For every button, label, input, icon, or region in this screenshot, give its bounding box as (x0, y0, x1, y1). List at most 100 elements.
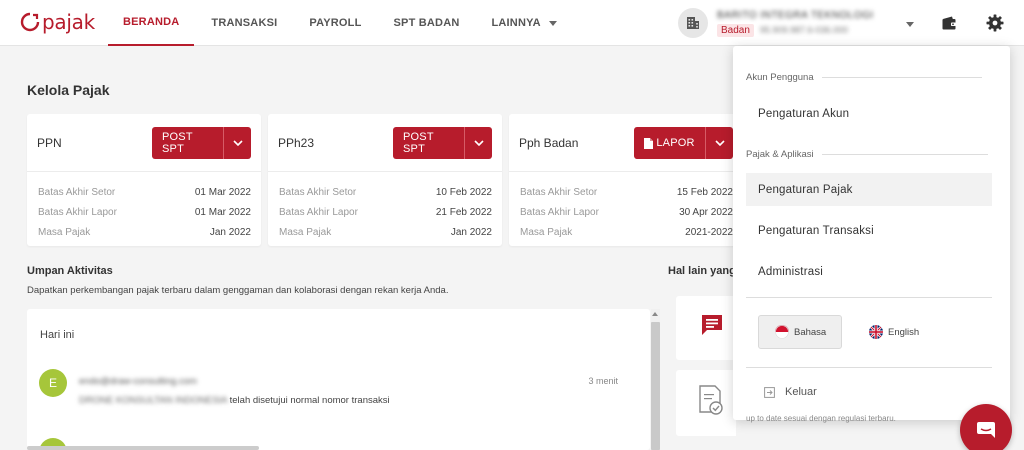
wallet-icon[interactable] (941, 15, 957, 36)
uk-flag-icon (869, 325, 883, 339)
card-header: Pph Badan LAPOR (509, 114, 743, 172)
detail-value: 30 Apr 2022 (679, 206, 733, 218)
divider (746, 367, 992, 368)
language-button-bahasa[interactable]: Bahasa (758, 315, 842, 349)
lapor-dropdown-button[interactable] (705, 127, 733, 159)
detail-row: Batas Akhir Lapor 01 Mar 2022 (27, 202, 261, 222)
button-label: POST SPT (403, 131, 434, 155)
nav-item-lainnya[interactable]: LAINNYA (476, 0, 571, 46)
activity-description: Dapatkan perkembangan pajak terbaru dala… (27, 285, 449, 296)
company-switcher[interactable]: BARITO INTEGRA TEKNOLOGI Badan 95.909.98… (678, 7, 874, 39)
live-chat-button[interactable] (960, 404, 1012, 450)
language-label: Bahasa (794, 326, 827, 338)
detail-label: Batas Akhir Lapor (279, 206, 358, 218)
nav-label: SPT BADAN (393, 17, 460, 29)
menu-group-header: Pajak & Aplikasi (746, 149, 988, 160)
detail-label: Masa Pajak (520, 226, 573, 238)
detail-row: Batas Akhir Setor 10 Feb 2022 (268, 182, 502, 202)
tax-card-pph-badan: Pph Badan LAPOR Batas Akhir Setor 15 Feb … (509, 114, 743, 246)
menu-item-label: Pengaturan Transaksi (758, 224, 874, 237)
logout-label: Keluar (785, 386, 817, 398)
card-details: Batas Akhir Setor 01 Mar 2022 Batas Akhir… (27, 172, 261, 242)
activity-user-email: endo@draw-consulting.com (79, 376, 197, 387)
detail-label: Masa Pajak (279, 226, 332, 238)
menu-item-account-settings[interactable]: Pengaturan Akun (746, 97, 992, 130)
logout-button[interactable]: Keluar (764, 386, 817, 398)
card-title: PPh23 (278, 136, 315, 150)
menu-item-label: Pengaturan Pajak (758, 183, 853, 196)
chevron-down-icon (473, 140, 484, 146)
language-button-english[interactable]: English (869, 315, 919, 349)
nav-label: LAINNYA (491, 17, 541, 29)
button-label: POST SPT (162, 131, 193, 155)
scroll-up-arrow-icon[interactable] (652, 312, 658, 316)
chevron-down-icon (232, 140, 243, 146)
top-navigation-bar: pajak BERANDA TRANSAKSI PAYROLL SPT BADA… (0, 0, 1024, 46)
logo-mark-icon (20, 12, 40, 32)
post-spt-button-group: POST SPT (152, 127, 251, 159)
gear-icon[interactable] (985, 13, 1005, 38)
card-title: Pph Badan (519, 136, 579, 150)
detail-value: 21 Feb 2022 (435, 206, 492, 218)
menu-item-label: Pengaturan Akun (758, 107, 850, 120)
nav-label: PAYROLL (309, 17, 362, 29)
feed-date-heading: Hari ini (40, 329, 75, 341)
company-name: BARITO INTEGRA TEKNOLOGI (717, 9, 874, 21)
nav-label: TRANSAKSI (211, 17, 278, 29)
activity-message: DRONE KONSULTAN INDONESIA telah disetuju… (79, 395, 390, 406)
divider (821, 77, 982, 78)
detail-label: Batas Akhir Setor (38, 186, 116, 198)
main-nav: BERANDA TRANSAKSI PAYROLL SPT BADAN LAIN… (108, 0, 574, 46)
document-icon (644, 137, 654, 149)
menu-group-label: Pajak & Aplikasi (746, 149, 814, 160)
pajak-logo[interactable]: pajak (20, 10, 95, 34)
post-spt-dropdown-button[interactable] (464, 127, 492, 159)
activity-company: DRONE KONSULTAN INDONESIA (79, 395, 227, 406)
activity-title: Umpan Aktivitas (27, 265, 113, 277)
menu-item-transaction-settings[interactable]: Pengaturan Transaksi (746, 214, 992, 247)
activity-message-text: telah disetujui normal nomor transaksi (229, 395, 390, 406)
chat-icon (977, 422, 995, 438)
lapor-button[interactable]: LAPOR (634, 127, 705, 159)
card-details: Batas Akhir Setor 10 Feb 2022 Batas Akhir… (268, 172, 502, 242)
post-spt-button[interactable]: POST SPT (152, 127, 223, 159)
feed-scrollbar-thumb[interactable] (651, 322, 660, 450)
detail-label: Masa Pajak (38, 226, 91, 238)
tax-card-pph23: PPh23 POST SPT Batas Akhir Setor 10 Feb 2… (268, 114, 502, 246)
menu-item-tax-settings[interactable]: Pengaturan Pajak (746, 173, 992, 206)
divider (746, 297, 992, 298)
detail-value: Jan 2022 (450, 226, 492, 238)
regulation-text: up to date sesuai dengan regulasi terbar… (746, 414, 896, 423)
nav-item-payroll[interactable]: PAYROLL (294, 0, 376, 46)
menu-item-administration[interactable]: Administrasi (746, 255, 992, 288)
detail-value: 2021-2022 (685, 226, 733, 238)
other-section-title: Hal lain yang (668, 265, 734, 277)
card-header: PPN POST SPT (27, 114, 261, 172)
page-title: Kelola Pajak (27, 82, 110, 98)
company-npwp: 95.909.987.6-036.000 (759, 25, 849, 35)
detail-row: Masa Pajak Jan 2022 (268, 222, 502, 242)
detail-label: Batas Akhir Lapor (38, 206, 117, 218)
post-spt-dropdown-button[interactable] (223, 127, 251, 159)
nav-item-transaksi[interactable]: TRANSAKSI (196, 0, 292, 46)
detail-value: 15 Feb 2022 (676, 186, 733, 198)
company-type-badge: Badan (717, 23, 754, 37)
detail-value: 01 Mar 2022 (194, 206, 251, 218)
detail-row: Batas Akhir Lapor 30 Apr 2022 (509, 202, 743, 222)
nav-item-spt-badan[interactable]: SPT BADAN (379, 0, 475, 46)
chat-bubble-icon (700, 313, 724, 342)
horizontal-scrollbar[interactable] (27, 446, 259, 450)
menu-item-label: Administrasi (758, 265, 824, 278)
chevron-down-icon[interactable] (906, 22, 914, 27)
activity-time: 3 menit (588, 376, 618, 386)
button-label: LAPOR (656, 137, 695, 149)
detail-value: 01 Mar 2022 (194, 186, 251, 198)
detail-label: Batas Akhir Setor (279, 186, 357, 198)
detail-row: Batas Akhir Setor 01 Mar 2022 (27, 182, 261, 202)
nav-item-beranda[interactable]: BERANDA (108, 0, 195, 46)
detail-value: 10 Feb 2022 (435, 186, 492, 198)
chevron-down-icon (548, 21, 557, 26)
menu-group-header: Akun Pengguna (746, 72, 982, 83)
post-spt-button[interactable]: POST SPT (393, 127, 464, 159)
avatar-letter: E (48, 376, 57, 390)
